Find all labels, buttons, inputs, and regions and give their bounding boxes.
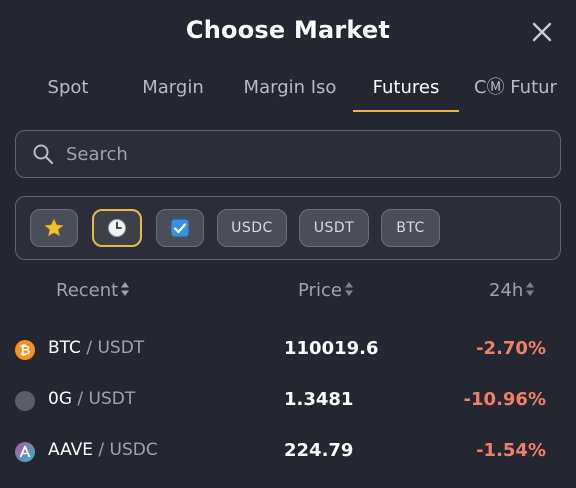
pair-quote: / USDC [98, 440, 158, 460]
tab-spot[interactable]: Spot [28, 70, 108, 114]
pair-base: 0G [48, 389, 72, 409]
aave-icon [15, 442, 35, 462]
search-input[interactable] [66, 137, 546, 171]
bitcoin-icon: ₿ [15, 340, 35, 360]
tab-margin-iso[interactable]: Margin Iso [236, 70, 344, 114]
pair-quote: / USDT [86, 338, 145, 358]
price-column-label: Price [298, 280, 342, 301]
market-row[interactable]: AAVE / USDC 224.79 -1.54% [0, 428, 576, 478]
change-column-header[interactable]: 24h [489, 280, 535, 302]
sort-icon [120, 281, 130, 302]
btc-filter-button[interactable]: BTC [381, 209, 440, 247]
favorites-filter-button[interactable] [30, 209, 78, 247]
svg-text:₿: ₿ [20, 344, 31, 359]
last-price: 110019.6 [284, 338, 379, 359]
last-price: 224.79 [284, 440, 354, 461]
pair-quote: / USDT [77, 389, 136, 409]
pair-name: AAVE / USDC [48, 440, 158, 460]
sort-icon [525, 281, 535, 302]
checkbox-icon [157, 218, 203, 238]
change-24h: -2.70% [476, 338, 546, 359]
pair-name: 0G / USDT [48, 389, 135, 409]
modal-title: Choose Market [185, 16, 391, 44]
price-column-header[interactable]: Price [298, 280, 354, 302]
recent-filter-button[interactable] [92, 209, 142, 247]
search-icon [32, 143, 54, 165]
pair-name: BTC / USDT [48, 338, 144, 358]
recent-column-label: Recent [56, 280, 119, 301]
pair-base: AAVE [48, 440, 94, 460]
usdt-filter-button[interactable]: USDT [299, 209, 369, 247]
filter-bar: USDC USDT BTC [15, 196, 561, 260]
recent-column-header[interactable]: Recent [56, 280, 130, 302]
tab-margin[interactable]: Margin [130, 70, 216, 114]
pair-base: BTC [48, 338, 81, 358]
market-row[interactable]: ₿ BTC / USDT 110019.6 -2.70% [0, 326, 576, 376]
change-column-label: 24h [489, 280, 524, 301]
close-icon[interactable] [528, 18, 556, 46]
tab-futures[interactable]: Futures [353, 70, 459, 114]
usdc-filter-button[interactable]: USDC [217, 209, 287, 247]
last-price: 1.3481 [284, 389, 354, 410]
search-box [15, 130, 561, 178]
tab-coin-m-futures[interactable]: CⓂ Futur [474, 70, 576, 114]
change-24h: -10.96% [463, 389, 546, 410]
modal-header: Choose Market [0, 0, 576, 64]
sort-icon [344, 281, 354, 302]
0g-coin-icon [15, 391, 35, 411]
star-icon [31, 218, 77, 238]
column-headers: Recent Price 24h [0, 280, 576, 310]
change-24h: -1.54% [476, 440, 546, 461]
checked-filter-button[interactable] [156, 209, 204, 247]
market-tabs: Spot Margin Margin Iso Futures CⓂ Futur [0, 70, 576, 114]
clock-icon [94, 218, 140, 238]
market-row[interactable]: 0G / USDT 1.3481 -10.96% [0, 377, 576, 427]
